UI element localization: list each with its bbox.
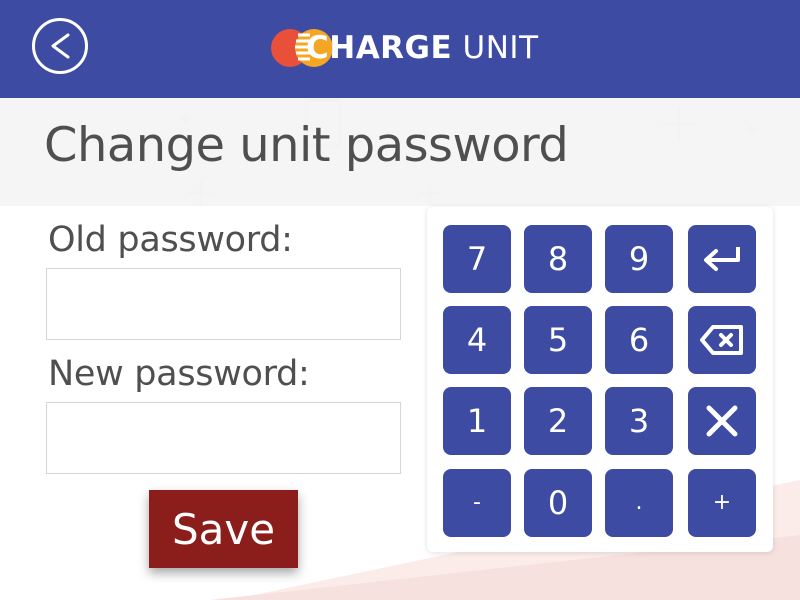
key-7[interactable]: 7	[443, 225, 511, 293]
key-0[interactable]: 0	[524, 469, 592, 537]
back-button[interactable]	[32, 18, 88, 74]
key-minus[interactable]: -	[443, 469, 511, 537]
close-icon	[706, 405, 738, 437]
backspace-icon	[700, 325, 743, 355]
key-label: 4	[466, 321, 488, 359]
old-password-label: Old password:	[48, 220, 293, 260]
key-label: 6	[628, 321, 650, 359]
key-9[interactable]: 9	[605, 225, 673, 293]
save-button[interactable]: Save	[149, 490, 298, 568]
key-5[interactable]: 5	[524, 306, 592, 374]
key-label: 9	[628, 240, 650, 278]
new-password-field[interactable]	[46, 402, 401, 474]
key-4[interactable]: 4	[443, 306, 511, 374]
key-2[interactable]: 2	[524, 387, 592, 455]
key-label: 5	[547, 321, 569, 359]
key-label: .	[635, 490, 643, 515]
key-label: 3	[628, 402, 650, 440]
page-title: Change unit password	[44, 118, 569, 173]
numeric-keypad: 7 8 9 4 5 6 1 2 3 - 0 . +	[427, 207, 773, 552]
brand-name: CHARGE UNIT	[306, 30, 539, 66]
key-label: 1	[466, 402, 488, 440]
new-password-label: New password:	[48, 354, 310, 394]
key-clear[interactable]	[688, 387, 756, 455]
chevron-left-icon	[51, 33, 70, 59]
brand-name-light: UNIT	[462, 30, 539, 66]
key-3[interactable]: 3	[605, 387, 673, 455]
enter-icon	[704, 247, 740, 271]
key-plus[interactable]: +	[688, 469, 756, 537]
key-8[interactable]: 8	[524, 225, 592, 293]
key-label: -	[473, 490, 481, 515]
brand-logo: CHARGE UNIT	[270, 24, 539, 72]
key-enter[interactable]	[688, 225, 756, 293]
brand-name-bold: CHARGE	[306, 30, 453, 66]
key-label: 8	[547, 240, 569, 278]
key-label: 2	[547, 402, 569, 440]
old-password-field[interactable]	[46, 268, 401, 340]
key-label: 0	[547, 484, 569, 522]
key-decimal[interactable]: .	[605, 469, 673, 537]
key-1[interactable]: 1	[443, 387, 511, 455]
key-backspace[interactable]	[688, 306, 756, 374]
app-header: CHARGE UNIT	[0, 0, 800, 98]
key-label: +	[712, 490, 732, 515]
key-6[interactable]: 6	[605, 306, 673, 374]
key-label: 7	[466, 240, 488, 278]
